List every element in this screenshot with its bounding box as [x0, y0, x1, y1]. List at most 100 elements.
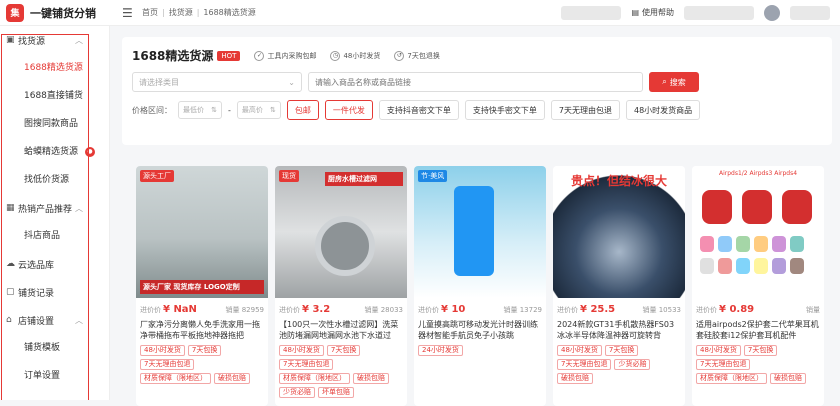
case-shape: [718, 258, 732, 274]
case-shape: [718, 236, 732, 252]
product-tag: 48小时发货: [696, 345, 741, 356]
sales-label: 销量: [503, 305, 518, 314]
product-tag: 少货必赔: [279, 387, 315, 398]
case-shape: [702, 190, 732, 224]
corner-label: 节·美风: [418, 170, 448, 182]
sales-count: 销量: [806, 305, 820, 315]
sales-count: 销量 28033: [364, 305, 403, 315]
product-title[interactable]: 适用airpods2保护套二代苹果耳机套硅胶套i12保护套耳机配件: [692, 315, 824, 341]
case-shape: [754, 236, 768, 252]
product-tag: 破损包赔: [353, 373, 389, 384]
notification-area[interactable]: [561, 5, 622, 20]
sales-value: 13729: [519, 305, 542, 314]
product-image[interactable]: 源头工厂 源头厂家 现货库存 LOGO定制: [136, 166, 268, 298]
price-prefix: 进价价: [696, 305, 717, 314]
product-tag: 7天无理由包退: [696, 359, 751, 370]
product-card[interactable]: 源头工厂 源头厂家 现货库存 LOGO定制 进价价 ¥ NaN 销量 82959 厂…: [136, 166, 268, 406]
product-title[interactable]: 【100只一次性水槽过滤网】洗菜池防堵漏网地漏网水池下水道过: [275, 315, 407, 341]
product-tag: 7天无理由包退: [279, 359, 334, 370]
product-tag: 7天包换: [326, 345, 361, 356]
account-info[interactable]: [684, 5, 754, 20]
chip-48h-shipping[interactable]: 48小时发货商品: [625, 100, 701, 120]
corner-label: 现货: [279, 170, 299, 182]
avatar[interactable]: [764, 4, 780, 21]
price-max-input[interactable]: 最高价 ⇅: [236, 101, 281, 119]
image-caption: 源头厂家 现货库存 LOGO定制: [140, 280, 264, 294]
chip-7day-return[interactable]: 7天无理由包退: [550, 100, 620, 120]
chip-douyin-encrypted[interactable]: 支持抖音密文下单: [378, 100, 459, 120]
product-image[interactable]: 现货 厨房水槽过滤网: [275, 166, 407, 298]
chip-free-shipping[interactable]: 包邮: [286, 100, 319, 120]
product-tag: 7天包换: [743, 345, 778, 356]
case-shape: [736, 258, 750, 274]
search-button[interactable]: ⌕ 搜索: [649, 72, 699, 92]
price-max-placeholder: 最高价: [241, 106, 263, 114]
help-link[interactable]: ▤ 使用帮助: [631, 7, 674, 18]
product-card[interactable]: 现货 厨房水槽过滤网 进价价 ¥ 3.2 销量 28033 【100只一次性水槽过滤…: [275, 166, 407, 406]
product-tag: 少货必赔: [614, 359, 651, 370]
price-prefix: 进价价: [279, 305, 300, 314]
help-label: 使用帮助: [642, 8, 674, 17]
feature-return: ↺ 7天包退换: [394, 50, 440, 61]
breadcrumb-home[interactable]: 首页: [142, 7, 158, 18]
stepper-icon: ⇅: [211, 106, 217, 114]
product-tag: 7天包换: [187, 345, 222, 356]
product-title[interactable]: 厂家净污分离懒人免手洗家用一拖净带桶拖布平板拖地神器拖把: [136, 315, 268, 341]
product-tag: 破损包赔: [214, 373, 250, 384]
sales-label: 销量: [806, 305, 820, 314]
sales-count: 销量 13729: [503, 305, 542, 315]
return-icon: ↺: [394, 50, 405, 61]
sales-count: 销量 10533: [642, 305, 681, 315]
product-card[interactable]: 节·美风 进价价 ¥ 10 销量 13729 儿童摸高跳可移动发光计时器训练器材智能…: [414, 166, 546, 406]
filter-panel: 1688精选货源 HOT ✓ 工具内采购包邮 ◷ 48小时发货 ↺ 7天包退换 请选择…: [122, 37, 832, 145]
product-tag: 破损包赔: [557, 373, 593, 384]
product-tag: 破损包赔: [770, 373, 806, 384]
highlight-frame: [1, 34, 89, 400]
product-tags: 24小时发货: [414, 341, 546, 356]
range-dash: -: [228, 105, 231, 115]
product-tags: 48小时发货 7天包换 7天无理由包退 材质保障（限地区） 破损包赔: [136, 341, 268, 384]
product-tag: 7天包换: [604, 345, 639, 356]
stepper-icon: ⇅: [270, 106, 276, 114]
product-image[interactable]: 贵点！但结冰很大: [553, 166, 685, 298]
breadcrumb: 首页 | 找货源 | 1688精选货源: [142, 7, 256, 18]
search-icon: ⌕: [662, 77, 667, 86]
menu-toggle-icon[interactable]: ☰: [122, 6, 134, 20]
breadcrumb-current[interactable]: 1688精选货源: [203, 7, 255, 18]
search-button-label: 搜索: [669, 77, 686, 87]
app-logo[interactable]: 集 一键铺货分销: [0, 3, 110, 22]
sales-value: 28033: [380, 305, 403, 314]
product-image[interactable]: 节·美风: [414, 166, 546, 298]
price-range-label: 价格区间：: [132, 105, 172, 115]
product-grid: 源头工厂 源头厂家 现货库存 LOGO定制 进价价 ¥ NaN 销量 82959 厂…: [136, 166, 840, 406]
category-select[interactable]: 请选择类目 ⌄: [132, 72, 302, 92]
product-tag: 24小时发货: [418, 345, 463, 356]
product-tag: 材质保障（限地区）: [696, 373, 767, 384]
sales-label: 销量: [642, 305, 657, 314]
user-name[interactable]: [790, 5, 830, 20]
product-title[interactable]: 儿童摸高跳可移动发光计时器训练器材智能手航员免子小孩跳: [414, 315, 546, 341]
case-shape: [700, 236, 714, 252]
logo-text: 一键铺货分销: [30, 6, 96, 20]
clock-icon: ◷: [330, 50, 341, 61]
product-price: ¥ 0.89: [719, 304, 755, 315]
product-tags: 48小时发货 7天包换 7天无理由包退 材质保障（限地区） 破损包赔 少货必赔 …: [275, 341, 407, 398]
case-shape: [736, 236, 750, 252]
sales-label: 销量: [364, 305, 379, 314]
product-card[interactable]: Airpds1/2 Airpds3 Airpds4 进价价 ¥ 0.89 销量 适用…: [692, 166, 824, 406]
chevron-down-icon: ⌄: [288, 77, 295, 87]
hot-badge: HOT: [217, 50, 241, 61]
sales-count: 销量 82959: [225, 305, 264, 315]
logo-mark: 集: [6, 3, 24, 22]
price-min-input[interactable]: 最低价 ⇅: [178, 101, 222, 119]
product-tag: 48小时发货: [557, 345, 602, 356]
product-card[interactable]: 贵点！但结冰很大 进价价 ¥ 25.5 销量 10533 2024新款GT31手机散…: [553, 166, 685, 406]
search-input[interactable]: [308, 72, 643, 92]
chip-kuaishou-encrypted[interactable]: 支持快手密文下单: [464, 100, 545, 120]
product-title[interactable]: 2024新款GT31手机散热器FS03冰冰半导体降温神器可旋转背: [553, 315, 685, 341]
product-image[interactable]: Airpds1/2 Airpds3 Airpds4: [692, 166, 824, 298]
breadcrumb-find-source[interactable]: 找货源: [169, 7, 193, 18]
check-icon: ✓: [254, 50, 265, 61]
product-tag: 48小时发货: [140, 345, 185, 356]
chip-dropship[interactable]: 一件代发: [324, 100, 373, 120]
